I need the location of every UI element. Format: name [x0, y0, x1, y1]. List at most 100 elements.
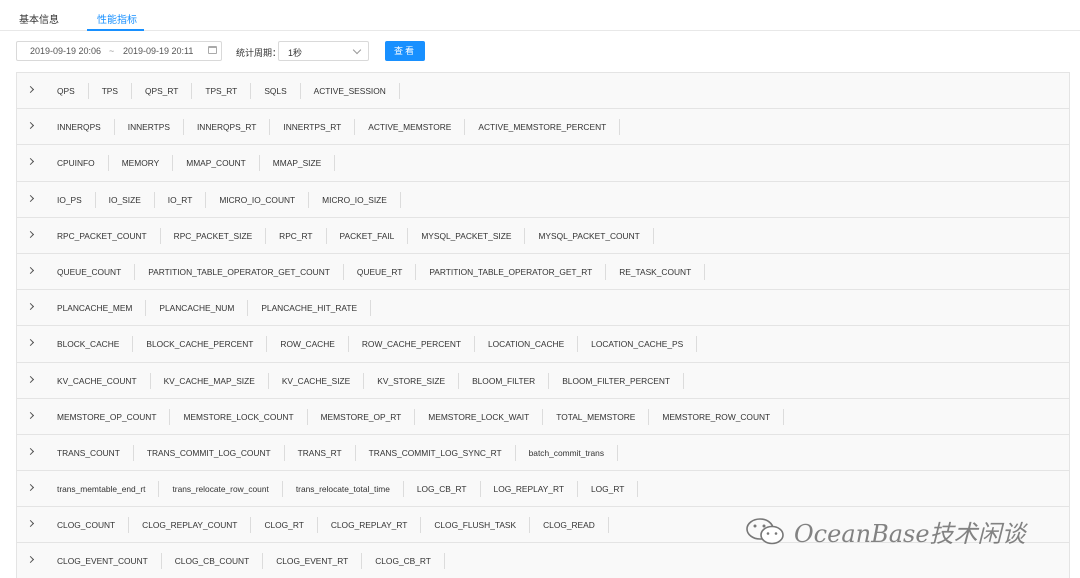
- metric-item[interactable]: ROW_CACHE_PERCENT: [349, 336, 475, 353]
- metric-item[interactable]: MEMSTORE_ROW_COUNT: [649, 408, 785, 425]
- metric-item[interactable]: BLOCK_CACHE: [44, 336, 134, 353]
- metric-item[interactable]: ACTIVE_MEMSTORE: [355, 119, 466, 136]
- metric-item[interactable]: LOG_CB_RT: [404, 481, 481, 498]
- tab-basic-info[interactable]: 基本信息: [19, 11, 59, 26]
- metric-item[interactable]: LOG_REPLAY_RT: [481, 481, 578, 498]
- metric-item[interactable]: LOCATION_CACHE: [475, 336, 579, 353]
- chevron-right-icon[interactable]: [26, 122, 35, 130]
- metric-item[interactable]: INNERQPS_RT: [184, 119, 271, 136]
- metric-item[interactable]: QUEUE_COUNT: [44, 263, 136, 280]
- period-select[interactable]: 1秒: [278, 41, 369, 61]
- metric-item[interactable]: CLOG_FLUSH_TASK: [421, 517, 531, 534]
- metric-item[interactable]: CLOG_COUNT: [44, 517, 130, 534]
- metric-item[interactable]: BLOCK_CACHE_PERCENT: [133, 336, 268, 353]
- metric-item[interactable]: BLOOM_FILTER_PERCENT: [549, 372, 685, 389]
- metric-group-row[interactable]: MEMSTORE_OP_COUNT MEMSTORE_LOCK_COUNT MEMS…: [16, 397, 1070, 434]
- metric-item[interactable]: MICRO_IO_SIZE: [309, 191, 401, 208]
- metric-item[interactable]: CLOG_REPLAY_COUNT: [129, 517, 252, 534]
- metric-item[interactable]: batch_commit_trans: [516, 444, 619, 461]
- metric-item[interactable]: TPS_RT: [192, 83, 252, 99]
- metric-item[interactable]: CLOG_EVENT_COUNT: [44, 553, 162, 570]
- metric-group-row[interactable]: RPC_PACKET_COUNT RPC_PACKET_SIZE RPC_RT PAC…: [16, 216, 1070, 253]
- metric-item[interactable]: MMAP_COUNT: [173, 155, 260, 172]
- metric-item[interactable]: TOTAL_MEMSTORE: [543, 408, 650, 425]
- metric-item[interactable]: MMAP_SIZE: [260, 155, 336, 172]
- metric-item[interactable]: PLANCACHE_MEM: [44, 300, 147, 317]
- metric-item[interactable]: INNERTPS_RT: [270, 119, 356, 136]
- chevron-right-icon[interactable]: [26, 411, 35, 419]
- metric-group-row[interactable]: PLANCACHE_MEM PLANCACHE_NUM PLANCACHE_HIT_…: [16, 289, 1070, 326]
- chevron-right-icon[interactable]: [26, 520, 35, 528]
- metric-group-row[interactable]: QPS TPS QPS_RT TPS_RT SQLS ACTIVE_SESSION: [16, 72, 1070, 109]
- metric-item[interactable]: TRANS_COMMIT_LOG_COUNT: [134, 444, 285, 461]
- metric-item[interactable]: BLOOM_FILTER: [459, 372, 550, 389]
- metric-item[interactable]: RPC_RT: [266, 227, 327, 244]
- metric-item[interactable]: TRANS_RT: [285, 444, 356, 461]
- metric-item[interactable]: IO_SIZE: [96, 191, 155, 208]
- metric-item[interactable]: TRANS_COMMIT_LOG_SYNC_RT: [356, 444, 516, 461]
- metric-item[interactable]: PLANCACHE_HIT_RATE: [248, 300, 372, 317]
- metric-item[interactable]: MYSQL_PACKET_COUNT: [525, 227, 654, 244]
- metric-item[interactable]: IO_PS: [44, 191, 96, 208]
- metric-item[interactable]: KV_STORE_SIZE: [364, 372, 460, 389]
- metric-item[interactable]: RPC_PACKET_SIZE: [161, 227, 267, 244]
- metric-item[interactable]: SQLS: [251, 83, 301, 99]
- chevron-right-icon[interactable]: [26, 85, 35, 94]
- metric-item[interactable]: CLOG_CB_COUNT: [162, 553, 264, 570]
- metric-item[interactable]: IO_RT: [155, 191, 207, 208]
- metric-group-row[interactable]: CPUINFO MEMORY MMAP_COUNT MMAP_SIZE: [16, 144, 1070, 181]
- chevron-right-icon[interactable]: [26, 266, 35, 274]
- metric-item[interactable]: QPS_RT: [132, 83, 193, 99]
- chevron-right-icon[interactable]: [26, 303, 35, 311]
- metric-item[interactable]: ROW_CACHE: [267, 336, 349, 353]
- metric-item[interactable]: CLOG_EVENT_RT: [263, 553, 363, 570]
- metric-item[interactable]: LOG_RT: [578, 481, 639, 498]
- metric-group-row[interactable]: IO_PS IO_SIZE IO_RT MICRO_IO_COUNT MICRO_IO_…: [16, 180, 1070, 217]
- date-range-picker[interactable]: 2019-09-19 20:06 ~ 2019-09-19 20:11: [16, 41, 222, 61]
- metric-item[interactable]: QUEUE_RT: [344, 263, 417, 280]
- metric-item[interactable]: MEMSTORE_OP_COUNT: [44, 408, 171, 425]
- metric-item[interactable]: ACTIVE_MEMSTORE_PERCENT: [465, 119, 621, 136]
- metric-item[interactable]: RE_TASK_COUNT: [606, 263, 706, 280]
- metric-item[interactable]: MEMORY: [109, 155, 174, 172]
- metric-item[interactable]: MYSQL_PACKET_SIZE: [408, 227, 526, 244]
- metric-item[interactable]: INNERTPS: [115, 119, 184, 136]
- metric-item[interactable]: PARTITION_TABLE_OPERATOR_GET_RT: [416, 263, 607, 280]
- metric-item[interactable]: KV_CACHE_MAP_SIZE: [151, 372, 269, 389]
- metric-group-row[interactable]: BLOCK_CACHE BLOCK_CACHE_PERCENT ROW_CACHE R…: [16, 325, 1070, 362]
- metric-group-row[interactable]: INNERQPS INNERTPS INNERQPS_RT INNERTPS_RT AC…: [16, 108, 1070, 145]
- metric-item[interactable]: CLOG_CB_RT: [362, 553, 445, 570]
- chevron-right-icon[interactable]: [26, 556, 35, 564]
- metric-item[interactable]: MICRO_IO_COUNT: [206, 191, 310, 208]
- metric-item[interactable]: CLOG_REPLAY_RT: [318, 517, 422, 534]
- chevron-right-icon[interactable]: [26, 484, 35, 492]
- metric-item[interactable]: TPS: [89, 83, 132, 99]
- metric-item[interactable]: trans_relocate_total_time: [283, 481, 404, 498]
- metric-item[interactable]: KV_CACHE_SIZE: [269, 372, 365, 389]
- metric-item[interactable]: PLANCACHE_NUM: [146, 300, 249, 317]
- metric-item[interactable]: CLOG_RT: [251, 517, 318, 534]
- metric-item[interactable]: LOCATION_CACHE_PS: [578, 336, 698, 353]
- chevron-right-icon[interactable]: [26, 447, 35, 455]
- metric-item[interactable]: trans_relocate_row_count: [159, 481, 283, 498]
- metric-item[interactable]: KV_CACHE_COUNT: [44, 372, 151, 389]
- metric-item[interactable]: PARTITION_TABLE_OPERATOR_GET_COUNT: [135, 263, 344, 280]
- metric-item[interactable]: RPC_PACKET_COUNT: [44, 227, 161, 244]
- chevron-right-icon[interactable]: [26, 230, 35, 238]
- metric-item[interactable]: QPS: [44, 83, 89, 99]
- view-button[interactable]: 查看: [385, 41, 425, 61]
- metric-item[interactable]: CPUINFO: [44, 155, 109, 172]
- metric-item[interactable]: MEMSTORE_OP_RT: [308, 408, 416, 425]
- chevron-right-icon[interactable]: [26, 375, 35, 383]
- tab-performance-metrics[interactable]: 性能指标: [97, 11, 137, 26]
- metric-item[interactable]: INNERQPS: [44, 119, 115, 136]
- metric-item[interactable]: MEMSTORE_LOCK_WAIT: [415, 408, 544, 425]
- metric-group-row[interactable]: TRANS_COUNT TRANS_COMMIT_LOG_COUNT TRANS_R…: [16, 433, 1070, 471]
- metric-item[interactable]: ACTIVE_SESSION: [301, 83, 400, 99]
- metric-item[interactable]: PACKET_FAIL: [327, 227, 409, 244]
- metric-group-row[interactable]: KV_CACHE_COUNT KV_CACHE_MAP_SIZE KV_CACHE_…: [16, 361, 1070, 398]
- metric-item[interactable]: CLOG_READ: [530, 517, 609, 534]
- metric-item[interactable]: MEMSTORE_LOCK_COUNT: [170, 408, 308, 425]
- metric-item[interactable]: TRANS_COUNT: [44, 444, 134, 461]
- metric-item[interactable]: trans_memtable_end_rt: [44, 481, 160, 498]
